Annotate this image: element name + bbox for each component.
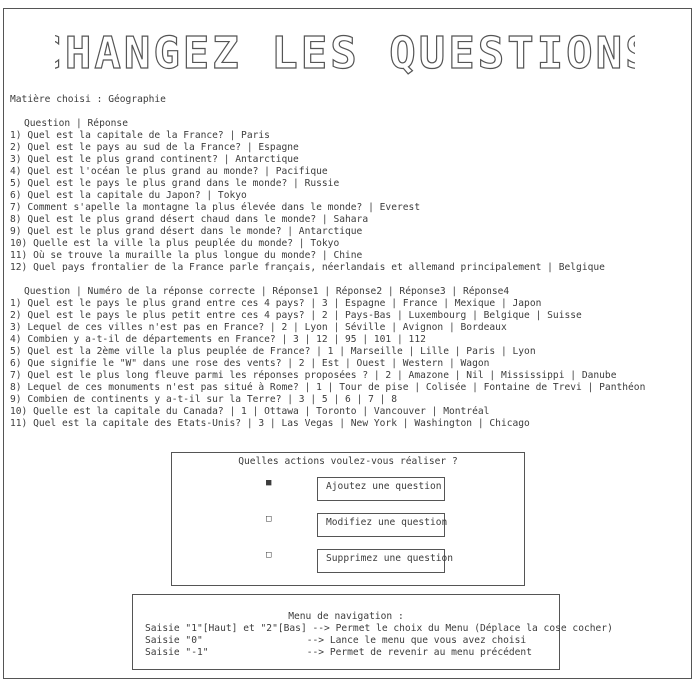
open-question-row: 1) Quel est la capitale de la France? | … [10, 130, 270, 141]
mcq-question-row: 3) Lequel de ces villes n'est pas en Fra… [10, 322, 507, 333]
add-question-label: Ajoutez une question [326, 481, 442, 492]
open-question-row: 10) Quelle est la ville la plus peuplée … [10, 238, 340, 249]
open-question-row: 5) Quel est le pays le plus grand dans l… [10, 178, 340, 189]
navigation-line-2: Saisie "0" --> Lance le menu que vous av… [145, 635, 527, 646]
modify-question-option[interactable]: Modifiez une question [317, 513, 448, 537]
open-question-row: 11) Où se trouve la muraille la plus lon… [10, 250, 363, 261]
open-question-row: 3) Quel est le plus grand continent? | A… [10, 154, 299, 165]
delete-question-option[interactable]: Supprimez une question [317, 549, 453, 573]
mcq-question-row: 4) Combien y a-t-il de départements en F… [10, 334, 426, 345]
navigation-title: Menu de navigation : [288, 611, 404, 622]
banner-title: CHANGEZ LES QUESTIONS [55, 28, 635, 79]
open-question-row: 4) Quel est l'océan le plus grand au mon… [10, 166, 328, 177]
terminal-window: CHANGEZ LES QUESTIONS Matière choisi : G… [0, 0, 695, 683]
mcq-question-row: 2) Quel est le pays le plus petit entre … [10, 310, 582, 321]
ascii-banner: CHANGEZ LES QUESTIONS [35, 27, 652, 80]
open-question-row: 12) Quel pays frontalier de la France pa… [10, 262, 605, 273]
mcq-questions-header: Question | Numéro de la réponse correcte… [24, 286, 510, 297]
open-question-row: 6) Quel est la capitale du Japon? | Toky… [10, 190, 247, 201]
navigation-line-1: Saisie "1"[Haut] et "2"[Bas] --> Permet … [145, 623, 613, 634]
option-marker-delete: □ [266, 550, 272, 560]
mcq-questions-list: 1) Quel est le pays le plus grand entre … [10, 298, 690, 430]
option-marker-modify: □ [266, 514, 272, 524]
frame-border-bottom [4, 678, 691, 679]
mcq-question-row: 7) Quel est le plus long fleuve parmi le… [10, 370, 617, 381]
action-menu-title: Quelles actions voulez-vous réaliser ? [238, 456, 458, 467]
open-questions-list: 1) Quel est la capitale de la France? | … [10, 130, 690, 274]
frame-border-right [691, 8, 692, 679]
open-question-row: 7) Comment s'apelle la montagne la plus … [10, 202, 421, 213]
open-question-row: 2) Quel est le pays au sud de la France?… [10, 142, 299, 153]
mcq-question-row: 10) Quelle est la capitale du Canada? | … [10, 406, 490, 417]
frame-border-left [3, 8, 4, 679]
modify-question-label: Modifiez une question [326, 517, 448, 528]
subject-line: Matière choisi : Géographie [10, 94, 166, 105]
mcq-question-row: 9) Combien de continents y a-t-il sur la… [10, 394, 397, 405]
content-area: Matière choisi : Géographie Question | R… [10, 94, 690, 430]
mcq-question-row: 11) Quel est la capitale des Etats-Unis?… [10, 418, 530, 429]
open-question-row: 9) Quel est le plus grand désert dans le… [10, 226, 363, 237]
action-menu: Quelles actions voulez-vous réaliser ? ■… [171, 452, 525, 586]
navigation-line-3: Saisie "-1" --> Permet de revenir au men… [145, 647, 532, 658]
add-question-option[interactable]: Ajoutez une question [317, 477, 445, 501]
mcq-question-row: 5) Quel est la 2ème ville la plus peuplé… [10, 346, 536, 357]
delete-question-label: Supprimez une question [326, 553, 454, 564]
navigation-help: Menu de navigation : Saisie "1"[Haut] et… [132, 594, 613, 670]
mcq-question-row: 6) Que signifie le "W" dans une rose des… [10, 358, 490, 369]
mcq-question-row: 8) Lequel de ces monuments n'est pas sit… [10, 382, 646, 393]
frame-border-top [4, 8, 691, 9]
mcq-question-row: 1) Quel est le pays le plus grand entre … [10, 298, 542, 309]
option-marker-add: ■ [266, 478, 272, 488]
open-question-row: 8) Quel est le plus grand désert chaud d… [10, 214, 369, 225]
open-questions-header: Question | Réponse [24, 118, 128, 129]
